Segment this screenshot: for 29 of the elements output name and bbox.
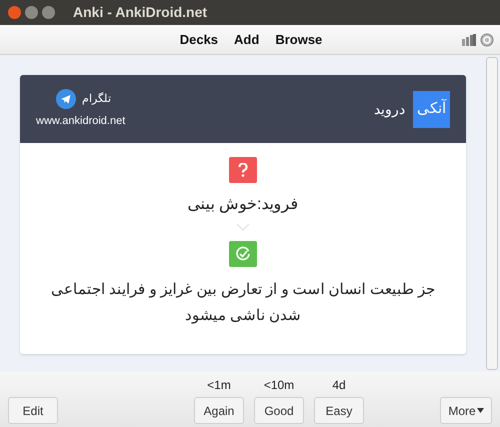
toolbar-link[interactable]: Add <box>234 30 260 50</box>
toolbar-link[interactable]: Decks <box>180 30 218 50</box>
website-url[interactable]: www.ankidroid.net <box>36 112 126 130</box>
stats-icon[interactable] <box>462 34 476 46</box>
window-title: Anki - AnkiDroid.net <box>73 3 208 22</box>
question-icon <box>229 157 257 183</box>
minimize-button[interactable] <box>25 6 38 19</box>
toolbar-link[interactable]: Browse <box>275 30 322 50</box>
answer-button[interactable]: Good <box>254 397 304 424</box>
answer-icon <box>229 241 257 267</box>
logo-text: درويد <box>374 100 405 120</box>
sync-icon[interactable] <box>480 32 494 46</box>
chevron-down-icon <box>236 223 250 231</box>
interval-label: <1m <box>207 377 231 394</box>
more-button[interactable]: More <box>440 397 492 424</box>
telegram-label[interactable]: تلگرام <box>82 90 111 107</box>
dropdown-arrow-icon <box>476 408 484 413</box>
scrollbar[interactable] <box>486 57 498 370</box>
question-text: فروید:خوش بینی <box>188 195 298 215</box>
answer-button[interactable]: Easy <box>314 397 364 424</box>
close-button[interactable] <box>8 6 21 19</box>
interval-label: <10m <box>264 377 294 394</box>
answer-text: جز طبیعت انسان است و از تعارض بین غرایز و فرایند اجتماعی شدن ناشی میشود <box>50 280 436 326</box>
edit-button[interactable]: Edit <box>8 397 58 424</box>
maximize-button[interactable] <box>42 6 55 19</box>
answer-button[interactable]: Again <box>194 397 244 424</box>
logo-badge: آنکی <box>413 90 450 128</box>
telegram-icon[interactable] <box>56 88 76 109</box>
interval-label: 4d <box>332 377 346 394</box>
